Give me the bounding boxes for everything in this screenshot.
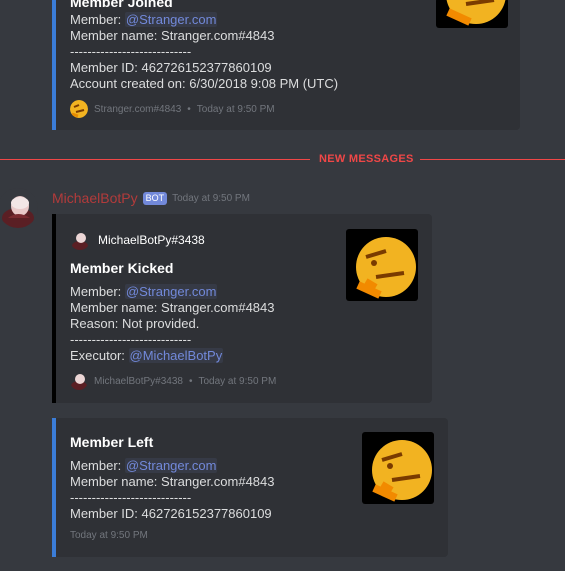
footer-name: MichaelBotPy#3438	[94, 375, 183, 387]
footer-avatar[interactable]	[70, 372, 88, 390]
embed-author-name: MichaelBotPy#3438	[98, 233, 205, 247]
embed-title: Member Kicked	[70, 260, 174, 276]
embed-title: Member Joined	[70, 0, 173, 10]
embed-account-created: Account created on: 6/30/2018 9:08 PM (U…	[70, 76, 339, 91]
bot-tag: BOT	[142, 191, 168, 205]
footer-time: Today at 9:50 PM	[198, 375, 277, 387]
footer-time: Today at 9:50 PM	[196, 103, 275, 115]
embed-member-line: Member: @Stranger.com	[70, 284, 218, 299]
embed-footer: MichaelBotPy#3438 • Today at 9:50 PM	[70, 372, 276, 390]
embed-footer: Stranger.com#4843 • Today at 9:50 PM	[70, 100, 275, 118]
embed-member-name: Member name: Stranger.com#4843	[70, 474, 275, 489]
avatar[interactable]	[70, 100, 88, 118]
embed-footer: Today at 9:50 PM	[70, 530, 148, 541]
embed-member-kicked: MichaelBotPy#3438 Member Kicked Member: …	[52, 214, 432, 403]
footer-time: Today at 9:50 PM	[70, 530, 148, 541]
member-mention[interactable]: @Stranger.com	[124, 12, 218, 27]
thinking-emoji-thumbnail[interactable]	[436, 0, 508, 28]
embed-member-left: Member Left Member: @Stranger.com Member…	[52, 418, 448, 557]
new-messages-label: NEW MESSAGES	[319, 153, 414, 165]
embed-separator: ----------------------------	[70, 44, 192, 59]
thinking-emoji-thumbnail[interactable]	[346, 229, 418, 301]
new-messages-divider-left	[0, 159, 310, 160]
embed-separator: ----------------------------	[70, 490, 192, 505]
author-avatar[interactable]	[0, 188, 38, 228]
embed-member-id: Member ID: 462726152377860109	[70, 60, 272, 75]
embed-member-joined: Member Joined Member: @Stranger.com Memb…	[52, 0, 520, 130]
member-mention[interactable]: @Stranger.com	[124, 284, 218, 299]
embed-author: MichaelBotPy#3438	[70, 230, 205, 250]
embed-separator: ----------------------------	[70, 332, 192, 347]
message-header: MichaelBotPy BOT Today at 9:50 PM	[52, 190, 250, 206]
footer-name: Stranger.com#4843	[94, 103, 182, 115]
embed-title: Member Left	[70, 434, 154, 450]
new-messages-divider-right	[420, 159, 565, 160]
executor-mention[interactable]: @MichaelBotPy	[128, 348, 224, 363]
embed-member-line: Member: @Stranger.com	[70, 12, 218, 27]
author-avatar-small[interactable]	[70, 230, 90, 250]
embed-executor-line: Executor: @MichaelBotPy	[70, 348, 224, 363]
embed-member-id: Member ID: 462726152377860109	[70, 506, 272, 521]
embed-member-line: Member: @Stranger.com	[70, 458, 218, 473]
thinking-emoji-thumbnail[interactable]	[362, 432, 434, 504]
embed-member-name: Member name: Stranger.com#4843	[70, 28, 275, 43]
message-timestamp: Today at 9:50 PM	[172, 192, 250, 204]
embed-member-name: Member name: Stranger.com#4843	[70, 300, 275, 315]
member-mention[interactable]: @Stranger.com	[124, 458, 218, 473]
embed-reason: Reason: Not provided.	[70, 316, 200, 331]
author-name[interactable]: MichaelBotPy	[52, 190, 138, 206]
